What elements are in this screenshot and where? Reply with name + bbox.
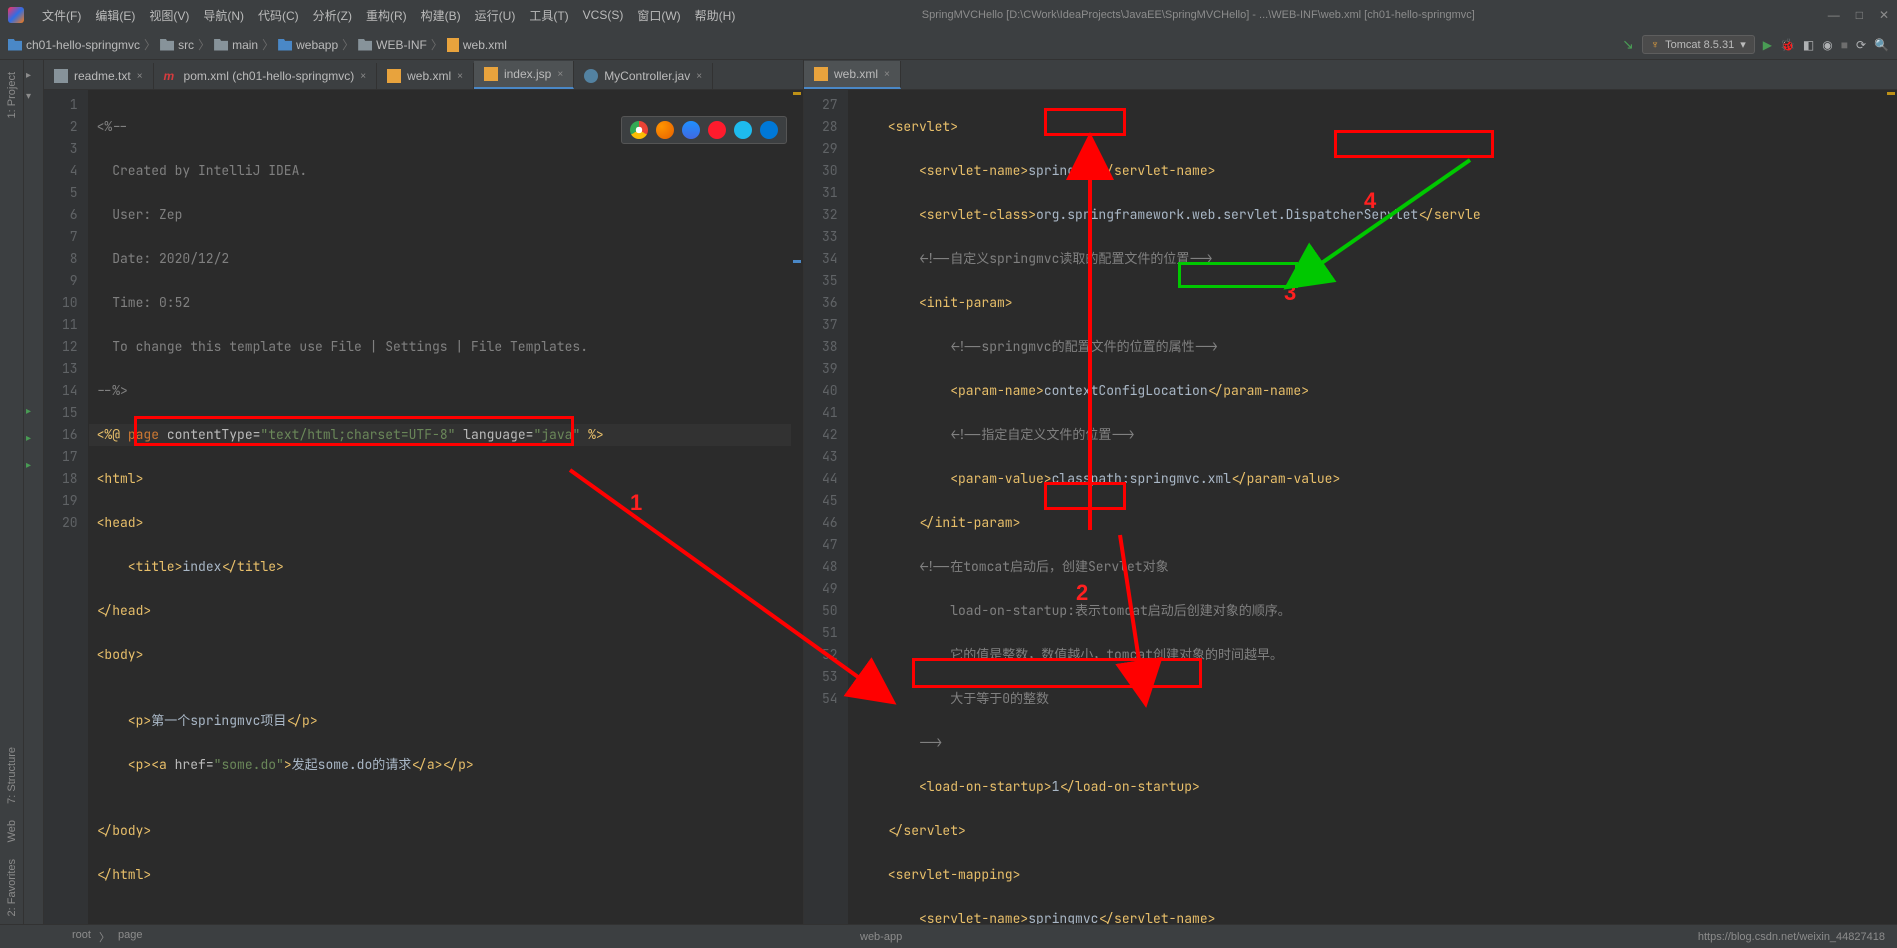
menu-analyze[interactable]: 分析(Z)	[307, 5, 358, 26]
watermark: https://blog.csdn.net/weixin_44827418	[1698, 931, 1885, 943]
scroll-markers-right	[1885, 90, 1897, 924]
gutter-right: 2728293031323334353637383940414243444546…	[804, 90, 849, 924]
tree-run-2[interactable]: ▸	[24, 431, 43, 446]
edge-icon[interactable]	[760, 121, 778, 139]
safari-icon[interactable]	[682, 121, 700, 139]
tab-mycontroller[interactable]: MyController.jav×	[574, 63, 713, 89]
ie-icon[interactable]	[734, 121, 752, 139]
firefox-icon[interactable]	[656, 121, 674, 139]
run-config-selector[interactable]: ♆ Tomcat 8.5.31 ▾	[1642, 35, 1755, 54]
menu-code[interactable]: 代码(C)	[252, 5, 305, 26]
status-crumbs-right: web-app	[860, 931, 902, 943]
gutter-left: 1234567891011121314151617181920	[44, 90, 89, 924]
stop-button[interactable]: ■	[1841, 38, 1848, 52]
menu-vcs[interactable]: VCS(S)	[577, 6, 630, 24]
close-button[interactable]: ✕	[1879, 8, 1889, 22]
code-area-right[interactable]: 2728293031323334353637383940414243444546…	[804, 90, 1897, 924]
close-icon[interactable]: ×	[557, 69, 563, 80]
editor-pane-left: readme.txt× mpom.xml (ch01-hello-springm…	[44, 60, 804, 924]
window-title: SpringMVCHello [D:\CWork\IdeaProjects\Ja…	[922, 9, 1475, 21]
crumb-main[interactable]: main	[214, 38, 258, 52]
code-left[interactable]: <%-- Created by IntelliJ IDEA. User: Zep…	[89, 90, 803, 924]
crumb-webapp[interactable]: webapp	[278, 38, 338, 52]
statusbar: root 〉 page web-app https://blog.csdn.ne…	[0, 924, 1897, 948]
close-icon[interactable]: ×	[884, 69, 890, 80]
status-crumb[interactable]: root	[72, 929, 91, 945]
update-button[interactable]: ⟳	[1856, 38, 1866, 52]
menu-view[interactable]: 视图(V)	[143, 5, 195, 26]
menu-build[interactable]: 构建(B)	[415, 5, 467, 26]
tree-run-1[interactable]: ▸	[24, 404, 43, 419]
scroll-markers-left	[791, 90, 803, 924]
tree-expand-1[interactable]: ▸	[24, 68, 43, 83]
coverage-button[interactable]: ◧	[1803, 38, 1814, 52]
menu-edit[interactable]: 编辑(E)	[89, 5, 141, 26]
chrome-icon[interactable]	[630, 121, 648, 139]
menu-help[interactable]: 帮助(H)	[689, 5, 742, 26]
crumb-module[interactable]: ch01-hello-springmvc	[8, 38, 140, 52]
menu-navigate[interactable]: 导航(N)	[197, 5, 250, 26]
editor-tabs-left: readme.txt× mpom.xml (ch01-hello-springm…	[44, 60, 803, 90]
status-crumb[interactable]: page	[118, 929, 142, 945]
tree-run-3[interactable]: ▸	[24, 458, 43, 473]
build-icon[interactable]: ↘	[1622, 36, 1634, 53]
window-controls: — □ ✕	[1828, 8, 1889, 22]
opera-icon[interactable]	[708, 121, 726, 139]
minimize-button[interactable]: —	[1828, 8, 1840, 22]
tab-webxml-left[interactable]: web.xml×	[377, 63, 474, 89]
tab-pom[interactable]: mpom.xml (ch01-hello-springmvc)×	[154, 63, 378, 89]
close-icon[interactable]: ×	[137, 71, 143, 82]
browser-preview-icons	[621, 116, 787, 144]
menu-window[interactable]: 窗口(W)	[631, 5, 686, 26]
web-tool-tab[interactable]: Web	[4, 812, 20, 850]
crumb-file[interactable]: web.xml	[447, 38, 507, 52]
menu-refactor[interactable]: 重构(R)	[360, 5, 413, 26]
editor-pane-right: web.xml× 2728293031323334353637383940414…	[804, 60, 1897, 924]
project-tool-tab[interactable]: 1: Project	[4, 64, 20, 126]
left-toolbar: 1: Project 7: Structure Web 2: Favorites	[0, 60, 24, 924]
close-icon[interactable]: ×	[360, 71, 366, 82]
status-crumbs-left: root 〉 page	[72, 929, 142, 945]
tab-readme[interactable]: readme.txt×	[44, 63, 154, 89]
status-crumb[interactable]: web-app	[860, 931, 902, 943]
tree-expand-2[interactable]: ▾	[24, 89, 43, 104]
project-tree-collapsed: ▸ ▾ ▸ ▸ ▸	[24, 60, 44, 924]
crumb-webinf[interactable]: WEB-INF	[358, 38, 427, 52]
debug-button[interactable]: 🐞	[1780, 38, 1795, 52]
favorites-tool-tab[interactable]: 2: Favorites	[4, 851, 20, 924]
run-button[interactable]: ▶	[1763, 38, 1772, 52]
tab-indexjsp[interactable]: index.jsp×	[474, 61, 574, 89]
menu-run[interactable]: 运行(U)	[469, 5, 522, 26]
menubar: 文件(F) 编辑(E) 视图(V) 导航(N) 代码(C) 分析(Z) 重构(R…	[32, 3, 745, 27]
menu-file[interactable]: 文件(F)	[36, 5, 87, 26]
breadcrumb: ch01-hello-springmvc 〉 src 〉 main 〉 weba…	[8, 36, 507, 53]
navbar: ch01-hello-springmvc 〉 src 〉 main 〉 weba…	[0, 30, 1897, 60]
tab-webxml-right[interactable]: web.xml×	[804, 61, 901, 89]
close-icon[interactable]: ×	[457, 71, 463, 82]
structure-tool-tab[interactable]: 7: Structure	[4, 739, 20, 812]
code-right[interactable]: <servlet> <servlet-name>springmvc</servl…	[849, 90, 1897, 924]
editor-tabs-right: web.xml×	[804, 60, 1897, 90]
maximize-button[interactable]: □	[1856, 8, 1863, 22]
code-area-left[interactable]: 1234567891011121314151617181920 <%-- Cre…	[44, 90, 803, 924]
titlebar: 文件(F) 编辑(E) 视图(V) 导航(N) 代码(C) 分析(Z) 重构(R…	[0, 0, 1897, 30]
crumb-src[interactable]: src	[160, 38, 194, 52]
profile-button[interactable]: ◉	[1822, 38, 1832, 52]
menu-tools[interactable]: 工具(T)	[523, 5, 574, 26]
search-button[interactable]: 🔍	[1874, 38, 1889, 52]
app-logo	[8, 7, 24, 23]
close-icon[interactable]: ×	[696, 71, 702, 82]
